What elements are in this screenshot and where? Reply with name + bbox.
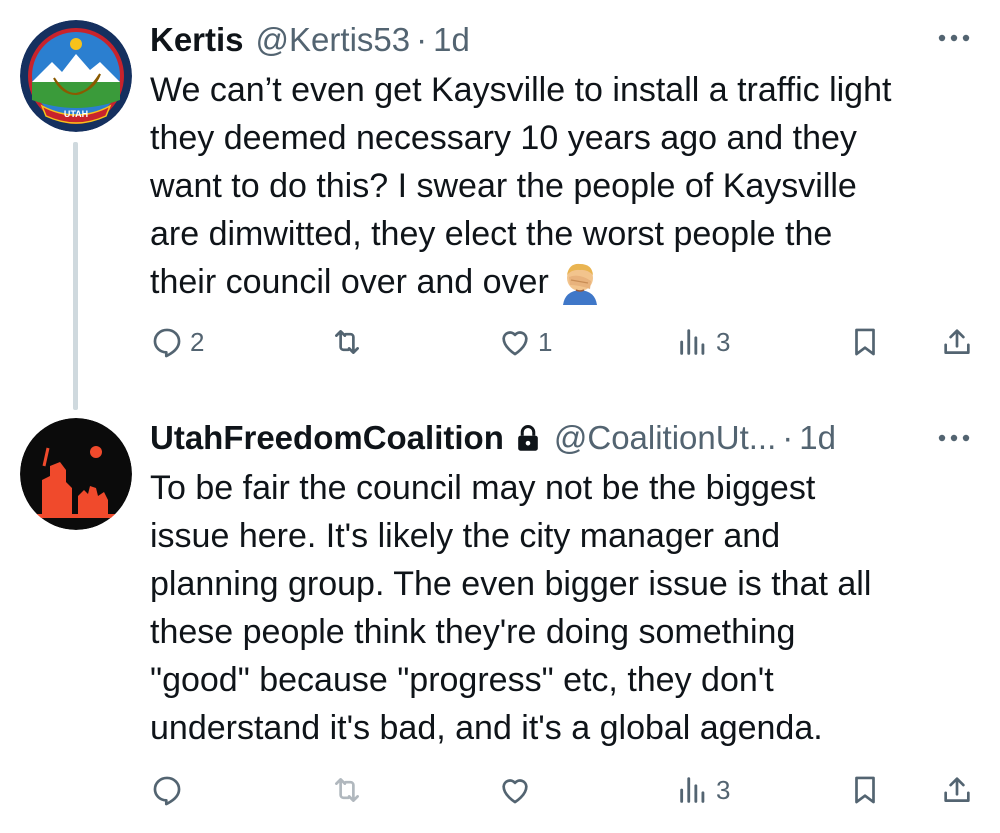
tweet-kertis[interactable]: UTAH Kertis @Kertis53 · 1d We can’t even… <box>0 0 1000 410</box>
share-icon <box>944 329 970 354</box>
separator-dot: · <box>416 21 428 58</box>
like-count: 1 <box>538 326 553 357</box>
tweet-text-line: they deemed necessary 10 years ago and t… <box>150 119 857 157</box>
retweet-button[interactable] <box>330 768 370 812</box>
lock-icon <box>518 424 538 451</box>
tweet-text-line: understand it's bad, and it's a global a… <box>150 709 823 747</box>
timestamp[interactable]: 1d <box>799 419 836 457</box>
tweet-text: We can’t even get Kaysville to install a… <box>150 66 980 306</box>
heart-icon <box>502 331 528 356</box>
bookmark-button[interactable] <box>848 320 882 364</box>
avatar-utahfreedomcoalition[interactable] <box>20 418 132 530</box>
tweet-text: To be fair the council may not be the bi… <box>150 464 980 752</box>
reply-icon <box>153 776 181 806</box>
tweet-text-line: issue here. It's likely the city manager… <box>150 517 781 555</box>
retweet-button[interactable] <box>330 320 370 364</box>
tweet-text-line: To be fair the council may not be the bi… <box>150 469 816 507</box>
bookmark-icon <box>855 328 875 356</box>
avatar-kertis[interactable]: UTAH <box>20 20 132 132</box>
views-button[interactable]: 3 <box>676 768 730 812</box>
share-icon <box>944 777 970 802</box>
user-handle[interactable]: @CoalitionUt... <box>554 419 776 457</box>
utah-badge-avatar-image: UTAH <box>20 20 132 132</box>
tweet-text-line: We can’t even get Kaysville to install a… <box>150 71 892 109</box>
retweet-icon <box>335 330 359 354</box>
user-handle[interactable]: @Kertis53 <box>256 21 411 59</box>
action-bar: 3 <box>150 768 980 812</box>
views-button[interactable]: 3 <box>676 320 730 364</box>
separator-dot: · <box>782 419 794 456</box>
reply-button[interactable]: 2 <box>150 320 204 364</box>
more-options-icon[interactable] <box>934 20 974 56</box>
tweet-text-line: want to do this? I swear the people of K… <box>150 167 857 205</box>
display-name[interactable]: Kertis <box>150 21 244 59</box>
timestamp[interactable]: 1d <box>433 21 470 59</box>
tweet-text-line: "good" because "progress" etc, they don'… <box>150 661 774 699</box>
tweet-header: UtahFreedomCoalition @CoalitionUt... · 1… <box>150 414 970 462</box>
tweet-text-line-last: their council over and over <box>150 258 980 306</box>
tweet-text-line: their council over and over <box>150 263 549 301</box>
like-button[interactable] <box>498 768 538 812</box>
views-count: 3 <box>716 774 731 805</box>
bookmark-icon <box>855 776 875 804</box>
more-options-icon[interactable] <box>934 420 974 456</box>
reply-count: 2 <box>190 326 205 357</box>
reply-icon <box>153 328 181 358</box>
share-button[interactable] <box>940 768 974 812</box>
views-chart-icon <box>680 777 705 803</box>
tweet-utahfreedomcoalition[interactable]: UtahFreedomCoalition @CoalitionUt... · 1… <box>0 400 1000 833</box>
views-count: 3 <box>716 326 731 357</box>
tweet-text-line: these people think they're doing somethi… <box>150 613 796 651</box>
tweet-header: Kertis @Kertis53 · 1d <box>150 16 970 64</box>
face-palm-emoji-icon <box>562 263 597 305</box>
thread-line <box>73 142 78 410</box>
like-button[interactable]: 1 <box>498 320 552 364</box>
heart-icon <box>502 779 528 804</box>
share-button[interactable] <box>940 320 974 364</box>
views-chart-icon <box>680 329 705 355</box>
display-name[interactable]: UtahFreedomCoalition <box>150 419 504 457</box>
red-rocks-avatar-image <box>20 418 132 530</box>
retweet-icon <box>335 778 359 802</box>
bookmark-button[interactable] <box>848 768 882 812</box>
tweet-text-line: planning group. The even bigger issue is… <box>150 565 872 603</box>
reply-button[interactable] <box>150 768 190 812</box>
action-bar: 2 1 3 <box>150 320 980 364</box>
avatar-badge-text: UTAH <box>64 109 88 119</box>
tweet-text-line: are dimwitted, they elect the worst peop… <box>150 215 833 253</box>
